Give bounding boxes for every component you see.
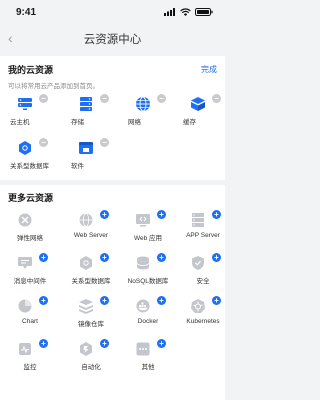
status-icons bbox=[164, 8, 213, 16]
more-item-label: 监控 bbox=[23, 364, 37, 371]
monitor-icon bbox=[19, 343, 31, 355]
my-item-label: 缓存 bbox=[183, 119, 196, 126]
more-item-nosql[interactable]: + NoSQL数据库 bbox=[120, 253, 176, 291]
more-item-elastic-network[interactable]: 弹性网络 bbox=[2, 212, 58, 248]
more-item-label: 弹性网络 bbox=[17, 235, 43, 242]
add-badge[interactable]: + bbox=[100, 339, 109, 348]
more-item-monitor[interactable]: + 监控 bbox=[2, 339, 58, 377]
storage-icon bbox=[80, 97, 92, 111]
page-title: 云资源中心 bbox=[83, 34, 142, 46]
software-icon bbox=[79, 142, 93, 154]
add-badge[interactable]: + bbox=[157, 296, 166, 305]
security-icon bbox=[192, 256, 204, 270]
nav-bar: ‹ 云资源中心 bbox=[0, 24, 225, 54]
add-badge[interactable]: + bbox=[212, 296, 221, 305]
more-item-label: 自动化 bbox=[81, 364, 101, 371]
my-resources-title: 我的云资源 bbox=[8, 65, 54, 75]
back-icon[interactable]: ‹ bbox=[8, 30, 13, 46]
more-item-other[interactable]: + 其他 bbox=[120, 339, 176, 377]
elastic-network-icon bbox=[18, 213, 32, 227]
my-item-label: 网络 bbox=[128, 119, 141, 126]
more-item-label: Chart bbox=[22, 318, 38, 325]
remove-badge[interactable]: − bbox=[39, 94, 48, 103]
chart-icon bbox=[18, 299, 32, 313]
more-item-security[interactable]: + 安全 bbox=[175, 253, 231, 291]
relational-db-icon bbox=[80, 256, 92, 270]
more-item-web-app[interactable]: + Web 应用 bbox=[120, 210, 176, 248]
remove-badge[interactable]: − bbox=[100, 94, 109, 103]
more-item-label: 消息中间件 bbox=[13, 278, 47, 285]
remove-badge[interactable]: − bbox=[212, 94, 221, 103]
my-item-storage[interactable]: − 存储 bbox=[63, 94, 119, 132]
nosql-icon bbox=[136, 256, 150, 270]
more-item-web-server[interactable]: + Web Server bbox=[63, 210, 119, 248]
remove-badge[interactable]: − bbox=[157, 94, 166, 103]
automation-icon bbox=[80, 342, 92, 356]
my-item-software[interactable]: − 软件 bbox=[63, 138, 119, 176]
cache-icon bbox=[191, 97, 205, 111]
more-item-label: 其他 bbox=[141, 364, 155, 371]
more-item-label: Kubernetes bbox=[186, 318, 220, 325]
add-badge[interactable]: + bbox=[39, 339, 48, 348]
more-item-relational-db[interactable]: + 关系型数据库 bbox=[63, 253, 119, 291]
status-time: 9:41 bbox=[16, 6, 37, 18]
wifi-icon bbox=[180, 8, 191, 16]
remove-badge[interactable]: − bbox=[39, 138, 48, 147]
more-item-kubernetes[interactable]: + Kubernetes bbox=[175, 296, 231, 334]
my-item-cache[interactable]: − 缓存 bbox=[175, 94, 231, 132]
more-item-label: APP Server bbox=[186, 232, 220, 239]
my-item-label: 关系型数据库 bbox=[10, 163, 49, 170]
add-badge[interactable]: + bbox=[100, 253, 109, 262]
more-item-docker[interactable]: + Docker bbox=[120, 296, 176, 334]
more-item-label: 安全 bbox=[196, 278, 210, 285]
globe-icon bbox=[136, 96, 150, 112]
status-bar: 9:41 bbox=[0, 0, 225, 24]
my-resources-hint: 可以将常用云产品添加到首页。 bbox=[8, 83, 99, 90]
more-item-label: Web 应用 bbox=[133, 235, 163, 242]
more-item-label: Web Server bbox=[73, 232, 109, 239]
server-icon bbox=[18, 98, 32, 110]
done-button[interactable]: 完成 bbox=[201, 64, 217, 75]
more-item-chart[interactable]: + Chart bbox=[2, 296, 58, 334]
my-item-label: 软件 bbox=[71, 163, 84, 170]
my-resources-section: 我的云资源 完成 可以将常用云产品添加到首页。 − 云主机 − 存储 − 网络 … bbox=[0, 56, 225, 180]
add-badge[interactable]: + bbox=[212, 253, 221, 262]
web-server-icon bbox=[79, 213, 93, 227]
more-item-label: 镜像仓库 bbox=[78, 321, 104, 328]
add-badge[interactable]: + bbox=[212, 210, 221, 219]
web-app-icon bbox=[136, 214, 150, 227]
more-item-message-queue[interactable]: + 消息中间件 bbox=[2, 253, 58, 291]
signal-icon bbox=[164, 8, 175, 16]
add-badge[interactable]: + bbox=[39, 296, 48, 305]
add-badge[interactable]: + bbox=[100, 210, 109, 219]
my-item-label: 云主机 bbox=[10, 119, 30, 126]
my-item-label: 存储 bbox=[71, 119, 84, 126]
add-badge[interactable]: + bbox=[100, 296, 109, 305]
database-icon bbox=[19, 141, 31, 155]
add-badge[interactable]: + bbox=[157, 253, 166, 262]
more-item-automation[interactable]: + 自动化 bbox=[63, 339, 119, 377]
battery-icon bbox=[195, 8, 213, 16]
more-resources-title: 更多云资源 bbox=[8, 193, 54, 203]
app-server-icon bbox=[192, 213, 204, 227]
my-item-cloud-host[interactable]: − 云主机 bbox=[2, 94, 58, 132]
message-queue-icon bbox=[18, 257, 32, 269]
more-item-label: Docker bbox=[137, 318, 159, 325]
kubernetes-icon bbox=[191, 299, 205, 313]
more-item-label: NoSQL数据库 bbox=[127, 278, 169, 285]
my-item-relational-db[interactable]: − 关系型数据库 bbox=[2, 138, 58, 176]
add-badge[interactable]: + bbox=[157, 339, 166, 348]
more-resources-section: 更多云资源 弹性网络 + Web Server + Web 应用 + APP S… bbox=[0, 185, 225, 400]
other-icon bbox=[136, 342, 150, 356]
image-registry-icon bbox=[79, 299, 93, 314]
my-item-network[interactable]: − 网络 bbox=[120, 94, 176, 132]
docker-icon bbox=[136, 299, 150, 313]
more-item-label: 关系型数据库 bbox=[71, 278, 111, 285]
remove-badge[interactable]: − bbox=[100, 138, 109, 147]
more-item-app-server[interactable]: + APP Server bbox=[175, 210, 231, 248]
more-item-image-registry[interactable]: + 镜像仓库 bbox=[63, 296, 119, 334]
add-badge[interactable]: + bbox=[157, 210, 166, 219]
add-badge[interactable]: + bbox=[39, 253, 48, 262]
